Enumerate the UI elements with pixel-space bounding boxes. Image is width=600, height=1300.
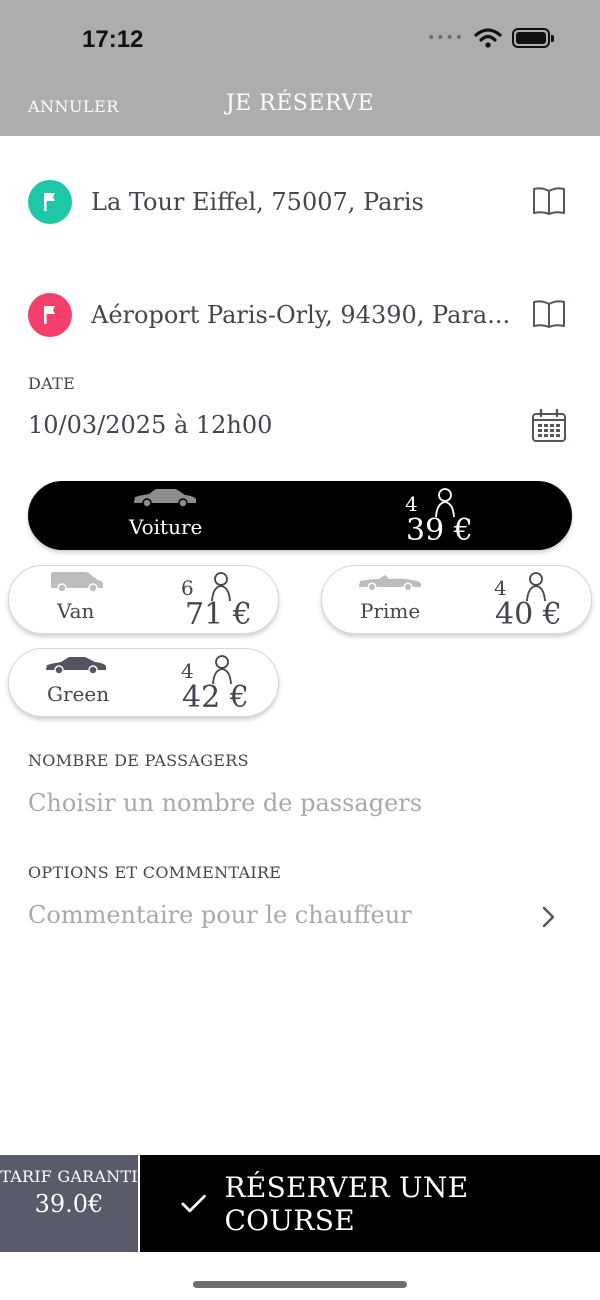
vehicle-price: 42 €: [182, 680, 249, 715]
vehicle-name: Voiture: [129, 515, 203, 539]
dropoff-address: Aéroport Paris-Orly, 94390, Para...: [91, 301, 511, 329]
vehicle-name: Prime: [360, 599, 421, 623]
van-icon: [51, 572, 103, 593]
vehicle-option-van[interactable]: Van 6 71 €: [8, 565, 279, 634]
check-icon: [181, 1194, 206, 1212]
dropoff-flag-icon: [28, 293, 72, 337]
status-icons: ••••: [426, 28, 554, 48]
page-title: JE RÉSERVE: [225, 91, 375, 116]
options-label: OPTIONS ET COMMENTAIRE: [28, 863, 282, 882]
address-book-icon[interactable]: [532, 298, 566, 330]
passengers-input[interactable]: Choisir un nombre de passagers: [28, 789, 422, 817]
address-book-icon[interactable]: [532, 185, 566, 217]
battery-icon: [512, 28, 554, 48]
app-header: 17:12 •••• ANNULER JE RÉSERVE: [0, 0, 600, 136]
vehicle-price: 71 €: [185, 597, 252, 632]
vehicle-option-green[interactable]: Green 4 42 €: [8, 648, 279, 717]
tarif-label: TARIF GARANTI: [0, 1167, 138, 1186]
pickup-address-row[interactable]: La Tour Eiffel, 75007, Paris: [28, 179, 572, 225]
comment-input[interactable]: Commentaire pour le chauffeur: [28, 901, 412, 929]
electric-car-icon: [46, 657, 106, 675]
date-value[interactable]: 10/03/2025 à 12h00: [28, 411, 272, 439]
wifi-icon: [474, 28, 502, 48]
passengers-label: NOMBRE DE PASSAGERS: [28, 751, 249, 770]
vehicle-price: 40 €: [495, 597, 562, 632]
vehicle-option-voiture[interactable]: Voiture 4 39 €: [28, 481, 572, 550]
book-ride-button[interactable]: RÉSERVER UNE COURSE: [140, 1155, 600, 1252]
vehicle-option-prime[interactable]: Prime 4 40 €: [321, 565, 592, 634]
guaranteed-fare-panel: TARIF GARANTI 39.0€: [0, 1155, 138, 1252]
home-indicator[interactable]: [193, 1281, 407, 1288]
chevron-right-icon[interactable]: [540, 906, 556, 928]
vehicle-name: Green: [47, 682, 110, 706]
dropoff-address-row[interactable]: Aéroport Paris-Orly, 94390, Para...: [28, 292, 572, 338]
pickup-flag-icon: [28, 180, 72, 224]
status-time: 17:12: [82, 26, 144, 53]
vehicle-name: Van: [57, 599, 95, 623]
book-ride-label: RÉSERVER UNE COURSE: [224, 1170, 469, 1237]
vehicle-price: 39 €: [406, 513, 473, 548]
date-label: DATE: [28, 374, 76, 393]
tarif-value: 39.0€: [34, 1190, 104, 1218]
pickup-address: La Tour Eiffel, 75007, Paris: [91, 188, 424, 216]
sedan-car-icon: [134, 489, 196, 508]
convertible-car-icon: [359, 575, 421, 591]
signal-icon: ••••: [426, 30, 464, 46]
calendar-icon[interactable]: [531, 409, 567, 443]
